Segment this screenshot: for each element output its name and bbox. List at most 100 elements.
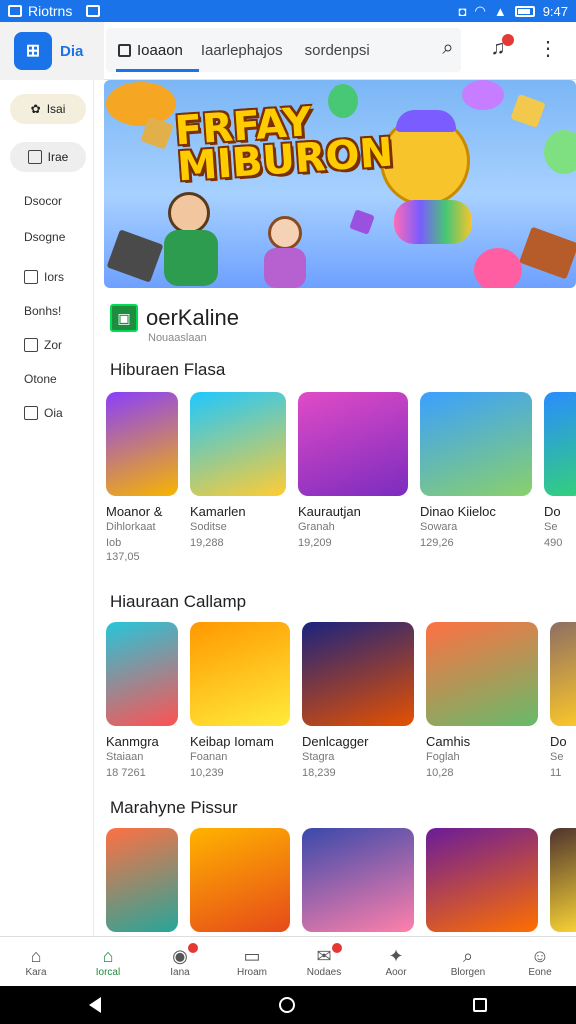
app-card[interactable]: Kanmgra Staiaan 18 7261 bbox=[106, 622, 178, 779]
app-card[interactable]: Moanor & Dihlorkaat Iob 137,05 bbox=[106, 392, 178, 563]
nav-account[interactable]: ☺ Eone bbox=[508, 945, 572, 978]
nav-iana[interactable]: ◉ Iana bbox=[148, 943, 212, 978]
recents-icon[interactable] bbox=[473, 998, 487, 1012]
nav-label: Iorcal bbox=[95, 967, 121, 978]
main-content: FRFAY MIBURON ▣ oerKaline Nouaaslaan Hib… bbox=[94, 80, 576, 936]
home-circle-icon[interactable] bbox=[279, 997, 295, 1013]
status-app-name: Riotrns bbox=[28, 3, 73, 19]
hero-kid-character bbox=[168, 192, 210, 234]
app-card[interactable]: Camhis Foglah 10,28 bbox=[426, 622, 538, 779]
app-title: Dinao Kiieloc bbox=[420, 504, 496, 519]
nav-nodes[interactable]: ✉ Nodaes bbox=[292, 943, 356, 978]
tab-home-icon bbox=[118, 43, 131, 57]
tab-second[interactable]: Iaarlephajos bbox=[199, 28, 285, 72]
tab-third-label: sordenpsi bbox=[304, 41, 370, 59]
sidebar-item-2[interactable]: Dsogne bbox=[24, 226, 93, 248]
nav-local[interactable]: ⌂ Iorcal bbox=[76, 945, 140, 978]
notifications-button[interactable]: ♫ bbox=[484, 32, 514, 64]
app-card[interactable]: Do Se 490 bbox=[544, 392, 576, 563]
sidebar-item-5[interactable]: Zor bbox=[24, 334, 93, 356]
sidebar-item-6[interactable]: Otone bbox=[24, 368, 93, 390]
sidebar-item-7-icon bbox=[24, 406, 38, 420]
more-button[interactable]: ⋮ bbox=[534, 32, 562, 64]
nav-label: Eone bbox=[528, 967, 552, 978]
app-icon bbox=[8, 5, 22, 17]
app-thumbnail bbox=[190, 622, 290, 726]
app-bar: ⊞ Dia Ioaaon Iaarlephajos sordenpsi ⌕ ♫ … bbox=[0, 22, 576, 80]
app-meta: 10,239 bbox=[190, 767, 224, 779]
app-card[interactable] bbox=[190, 828, 290, 932]
app-card[interactable] bbox=[302, 828, 414, 932]
sidebar-pill-1-label: Isai bbox=[46, 102, 66, 116]
app-thumbnail bbox=[302, 622, 414, 726]
app-meta: 10,28 bbox=[426, 767, 454, 779]
app-title: Kanmgra bbox=[106, 734, 159, 749]
app-thumbnail bbox=[106, 828, 178, 932]
sidebar-item-1[interactable]: Dsocor bbox=[24, 190, 93, 212]
hero-girl-character bbox=[268, 216, 302, 250]
nav-search[interactable]: ⌕ Blorgen bbox=[436, 945, 500, 978]
hero-mascot-hat bbox=[396, 110, 456, 132]
status-time: 9:47 bbox=[542, 3, 568, 19]
app-subtitle: Foanan bbox=[190, 751, 228, 763]
wifi-icon: ◠ bbox=[474, 3, 486, 18]
app-thumbnail bbox=[106, 622, 178, 726]
tab-third[interactable]: sordenpsi bbox=[303, 28, 372, 72]
hero-banner[interactable]: FRFAY MIBURON bbox=[104, 80, 576, 288]
nav-home[interactable]: ⌂ Kara bbox=[4, 945, 68, 978]
status-bar: Riotrns ◘ ◠ ▲ 9:47 bbox=[0, 0, 576, 22]
battery-icon bbox=[514, 5, 535, 17]
sidebar-item-6-label: Otone bbox=[24, 372, 57, 386]
sidebar-item-4-label: Bonhs! bbox=[24, 304, 62, 318]
logo-area[interactable]: ⊞ Dia bbox=[0, 22, 104, 80]
sidebar-pill-2[interactable]: Irae bbox=[10, 142, 86, 172]
app-card[interactable] bbox=[106, 828, 178, 932]
system-navigation bbox=[0, 986, 576, 1024]
app-card[interactable]: Keibap Iomam Foanan 10,239 bbox=[190, 622, 290, 779]
brand-subtitle: Nouaaslaan bbox=[148, 332, 207, 344]
app-title: Keibap Iomam bbox=[190, 734, 274, 749]
hero-balloon bbox=[462, 80, 504, 110]
sidebar-pill-1[interactable]: ✿ Isai bbox=[10, 94, 86, 124]
brand-row[interactable]: ▣ oerKaline bbox=[110, 304, 239, 332]
screen-icon: ▭ bbox=[243, 946, 261, 966]
back-icon[interactable] bbox=[89, 997, 101, 1013]
app-card[interactable] bbox=[550, 828, 576, 932]
app-card[interactable] bbox=[426, 828, 538, 932]
section-title-2[interactable]: Hiauraan Callamp bbox=[110, 592, 246, 612]
sidebar-item-7[interactable]: Oia bbox=[24, 402, 93, 424]
section-title-3[interactable]: Marahyne Pissur bbox=[110, 798, 238, 818]
brand-logo-icon: ▣ bbox=[110, 304, 138, 332]
app-card[interactable]: Kaurautjan Granah 19,209 bbox=[298, 392, 408, 563]
app-meta: 18 7261 bbox=[106, 767, 146, 779]
hero-cube bbox=[519, 226, 576, 280]
sidebar-item-3-icon bbox=[24, 270, 38, 284]
hero-balloon bbox=[106, 82, 176, 126]
sidebar-item-3[interactable]: Iors bbox=[24, 266, 93, 288]
alarm-icon: ◘ bbox=[458, 3, 467, 19]
nav-aoor[interactable]: ✦ Aoor bbox=[364, 945, 428, 978]
app-card[interactable]: Do Se 11 bbox=[550, 622, 576, 779]
app-thumbnail bbox=[550, 622, 576, 726]
nav-badge bbox=[332, 943, 342, 953]
tab-home[interactable]: Ioaaon bbox=[116, 28, 199, 72]
nav-room[interactable]: ▭ Hroam bbox=[220, 945, 284, 978]
section-title-1[interactable]: Hiburaen Flasa bbox=[110, 360, 225, 380]
home-icon: ⌂ bbox=[30, 946, 42, 966]
hero-balloon bbox=[474, 248, 522, 288]
app-title: Do bbox=[550, 734, 567, 749]
search-button[interactable]: ⌕ bbox=[434, 32, 462, 64]
app-thumbnail bbox=[420, 392, 532, 496]
app-subtitle: Se bbox=[550, 751, 564, 763]
app-card[interactable]: Denlcagger Stagra 18,239 bbox=[302, 622, 414, 779]
app-card[interactable]: Kamarlen Soditse 19,288 bbox=[190, 392, 286, 563]
app-title: Do bbox=[544, 504, 561, 519]
logo-text: Dia bbox=[60, 42, 84, 60]
app-card[interactable]: Dinao Kiieloc Sowara 129,26 bbox=[420, 392, 532, 563]
app-meta: 19,209 bbox=[298, 537, 332, 549]
hero-mascot-body bbox=[394, 200, 472, 244]
hero-title-line2: MIBURON bbox=[175, 129, 395, 191]
app-meta-2: 137,05 bbox=[106, 551, 140, 563]
nav-badge bbox=[188, 943, 198, 953]
sidebar-item-4[interactable]: Bonhs! bbox=[24, 300, 93, 322]
